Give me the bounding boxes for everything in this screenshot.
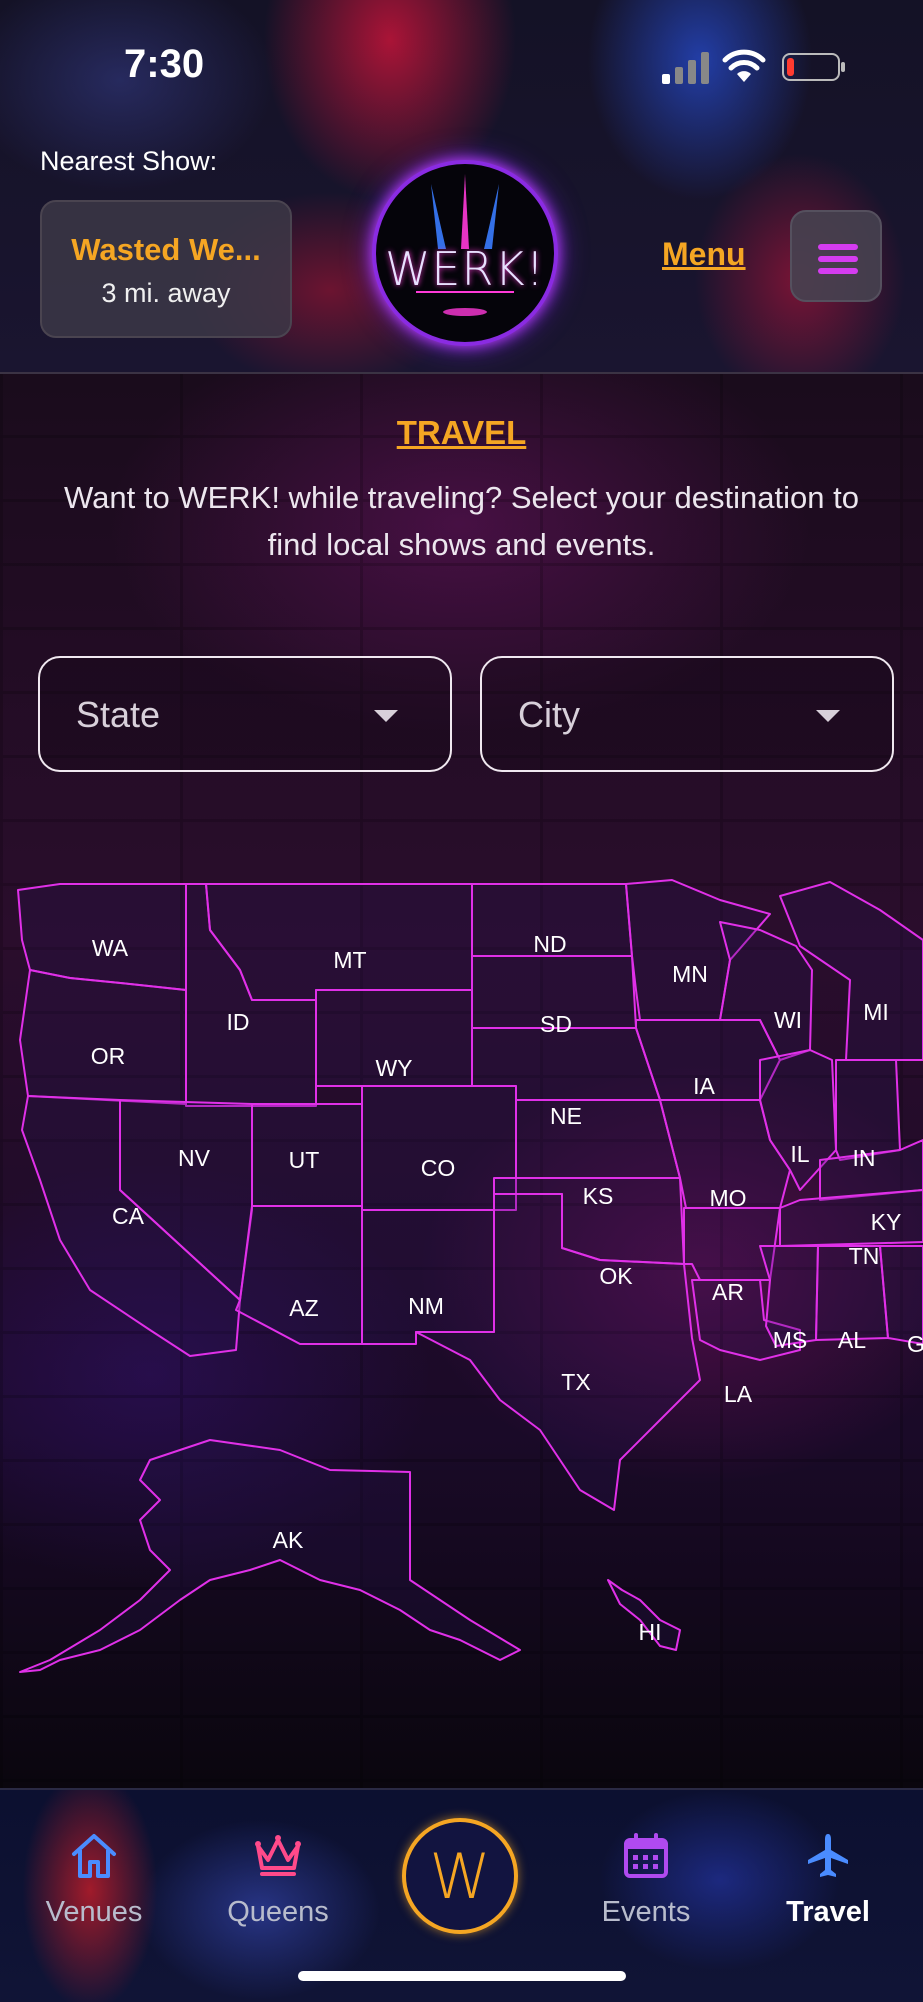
tab-queens[interactable]: Queens <box>198 1830 358 1929</box>
logo-text: WERK! <box>384 242 546 296</box>
state-GA <box>879 1245 923 1345</box>
state-label-NM: NM <box>408 1293 444 1319</box>
werk-logo[interactable]: WERK! <box>372 160 558 346</box>
nearest-show-card[interactable]: Wasted We... 3 mi. away <box>40 200 292 338</box>
state-label-GA: G <box>907 1331 923 1357</box>
state-label-LA: LA <box>724 1381 753 1407</box>
state-AK <box>19 1439 521 1673</box>
state-label-CO: CO <box>421 1155 456 1181</box>
app-header: 7:30 Nearest Show: Wasted We... 3 mi. aw… <box>0 0 923 374</box>
nearest-show-name: Wasted We... <box>71 232 261 267</box>
chevron-down-icon <box>374 710 398 722</box>
state-label-TX: TX <box>561 1369 590 1395</box>
werk-logo-icon: W <box>429 1840 491 1913</box>
state-label-MT: MT <box>333 947 366 973</box>
state-label-MN: MN <box>672 961 708 987</box>
state-label-IL: IL <box>790 1141 809 1167</box>
tab-venues[interactable]: Venues <box>14 1830 174 1929</box>
status-time: 7:30 <box>124 42 205 86</box>
state-AZ <box>235 1205 363 1345</box>
state-label-AK: AK <box>273 1527 304 1553</box>
state-label-MO: MO <box>709 1185 746 1211</box>
state-label-AL: AL <box>838 1327 866 1353</box>
tab-travel-label: Travel <box>786 1896 870 1928</box>
state-label-OK: OK <box>599 1263 633 1289</box>
state-label-TN: TN <box>849 1243 880 1269</box>
state-label-MS: MS <box>773 1327 808 1353</box>
state-label-WI: WI <box>774 1007 802 1033</box>
state-AR <box>683 1207 781 1281</box>
state-label-HI: HI <box>639 1619 662 1645</box>
airplane-icon <box>808 1834 848 1877</box>
city-select-label: City <box>518 694 580 735</box>
crown-icon <box>255 1835 301 1876</box>
state-label-OR: OR <box>91 1043 126 1069</box>
state-label-ID: ID <box>227 1009 250 1035</box>
state-label-WA: WA <box>92 935 129 961</box>
page-title: TRAVEL <box>396 414 527 451</box>
state-label-AZ: AZ <box>289 1295 318 1321</box>
cellular-signal-icon <box>662 52 709 84</box>
home-indicator <box>298 1971 626 1981</box>
state-label-NE: NE <box>550 1103 582 1129</box>
battery-icon <box>782 53 845 81</box>
state-OR <box>19 969 187 1105</box>
travel-description: Want to WERK! while traveling? Select yo… <box>64 480 859 562</box>
werk-home-button[interactable]: W <box>402 1818 518 1934</box>
state-label-IN: IN <box>853 1145 876 1171</box>
tab-queens-label: Queens <box>227 1896 329 1928</box>
state-label-IA: IA <box>693 1073 715 1099</box>
hamburger-icon-line <box>818 268 858 274</box>
state-label-CA: CA <box>112 1203 145 1229</box>
tab-events-label: Events <box>601 1896 691 1928</box>
state-CO <box>361 1085 517 1211</box>
bottom-tab-bar: Venues Queens W Events Travel <box>0 1788 923 2002</box>
hamburger-menu-button[interactable] <box>790 210 882 302</box>
state-KS <box>515 1099 681 1179</box>
state-label-KS: KS <box>583 1183 614 1209</box>
state-label-WY: WY <box>375 1055 412 1081</box>
nearest-show-distance: 3 mi. away <box>101 278 231 308</box>
us-map[interactable]: WA MT ND MN MI OR ID SD WI WY IA NE IL I… <box>0 860 923 1680</box>
state-label-ND: ND <box>533 931 566 957</box>
tab-events[interactable]: Events <box>566 1830 726 1929</box>
state-label-KY: KY <box>871 1209 902 1235</box>
state-MT <box>205 883 473 1001</box>
city-select[interactable]: City <box>480 656 894 772</box>
state-label-MI: MI <box>863 999 889 1025</box>
hamburger-icon <box>818 244 858 250</box>
state-NM <box>361 1209 495 1345</box>
state-select-label: State <box>76 694 161 735</box>
tab-venues-label: Venues <box>45 1896 143 1928</box>
travel-content: TRAVEL Want to WERK! while traveling? Se… <box>0 374 923 1788</box>
home-icon <box>72 1834 116 1878</box>
state-label-NV: NV <box>178 1145 211 1171</box>
chevron-down-icon <box>816 710 840 722</box>
nearest-show-label: Nearest Show: <box>40 146 218 176</box>
state-label-AR: AR <box>712 1279 744 1305</box>
menu-link[interactable]: Menu <box>662 236 746 273</box>
state-TN <box>779 1189 923 1247</box>
tab-travel[interactable]: Travel <box>748 1830 908 1929</box>
state-select[interactable]: State <box>38 656 452 772</box>
state-label-SD: SD <box>540 1011 572 1037</box>
state-label-UT: UT <box>289 1147 320 1173</box>
hamburger-icon-line <box>818 256 858 262</box>
calendar-icon <box>624 1833 668 1878</box>
wifi-icon <box>722 49 766 82</box>
